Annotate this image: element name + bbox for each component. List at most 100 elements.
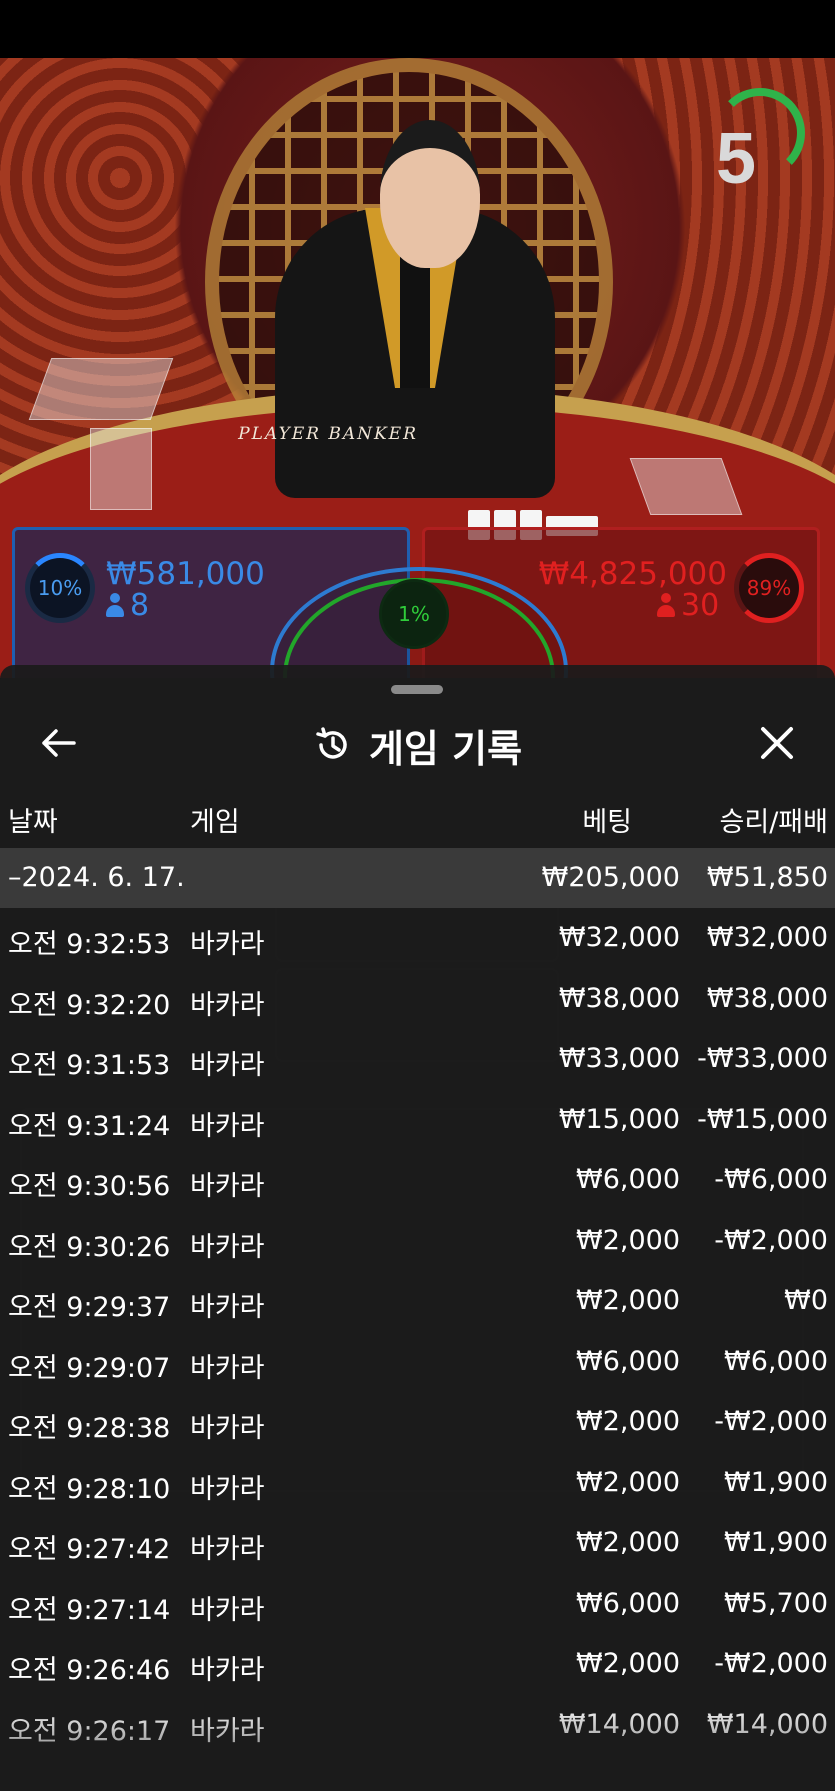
game-history-sheet: 게임 기록 날짜 게임 베팅 승리/패배 –2024. 6. 17. ₩205,… [0,665,835,1791]
row-time: 오전 9:30:26 [8,1231,171,1263]
history-row[interactable]: 오전 9:30:56 바카라 ₩6,000 -₩6,000 [0,1150,835,1211]
history-row[interactable]: 오전 9:27:14 바카라 ₩6,000 ₩5,700 [0,1574,835,1635]
discard-tray [90,428,152,510]
column-date: 날짜 [8,807,58,838]
row-game: 바카라 [190,989,265,1021]
row-winloss: -₩33,000 [697,1043,828,1074]
arrow-left-icon[interactable] [38,723,78,763]
history-row[interactable]: 오전 9:32:53 바카라 ₩32,000 ₩32,000 [0,908,835,969]
row-winloss: ₩1,900 [724,1466,828,1498]
dealer-head [380,120,480,268]
row-time: 오전 9:29:07 [8,1352,171,1384]
group-date: –2024. 6. 17. [8,862,185,893]
banker-bettor-count-value: 30 [681,588,720,623]
status-bar [0,0,835,58]
row-bet: ₩14,000 [558,1708,680,1740]
history-row[interactable]: 오전 9:28:10 바카라 ₩2,000 ₩1,900 [0,1453,835,1514]
history-row[interactable]: 오전 9:26:46 바카라 ₩2,000 -₩2,000 [0,1634,835,1695]
row-game: 바카라 [190,1655,265,1686]
player-percent-ring: 10% [25,553,95,623]
row-bet: ₩2,000 [576,1406,680,1437]
row-time: 오전 9:28:38 [8,1413,171,1444]
player-bettor-count: 8 [106,588,149,623]
row-winloss: ₩0 [784,1285,828,1316]
player-bettor-count-value: 8 [130,588,150,623]
row-bet: ₩2,000 [576,1285,680,1316]
row-winloss: ₩6,000 [724,1345,828,1377]
row-time: 오전 9:27:42 [8,1534,171,1565]
tie-percent-ring: 1% [379,579,449,649]
group-winloss-total: ₩51,850 [706,862,828,893]
row-time: 오전 9:30:56 [8,1171,171,1202]
banker-percent: 89% [746,576,792,600]
history-row[interactable]: 오전 9:28:38 바카라 ₩2,000 -₩2,000 [0,1392,835,1453]
row-game: 바카라 [190,1594,265,1626]
player-total-bet: ₩581,000 [106,556,265,592]
player-percent: 10% [37,576,83,600]
card-shoe [28,358,174,420]
column-winloss: 승리/패배 [719,807,828,838]
history-row[interactable]: 오전 9:27:42 바카라 ₩2,000 ₩1,900 [0,1513,835,1574]
row-bet: ₩2,000 [576,1466,680,1498]
banker-bettor-count: 30 [657,588,719,623]
history-row[interactable]: 오전 9:29:37 바카라 ₩2,000 ₩0 [0,1271,835,1332]
row-time: 오전 9:31:24 [8,1110,171,1142]
row-time: 오전 9:26:46 [8,1655,171,1686]
history-row[interactable]: 오전 9:29:07 바카라 ₩6,000 ₩6,000 [0,1332,835,1393]
history-icon [316,727,347,759]
row-game: 바카라 [190,1534,265,1565]
row-winloss: -₩6,000 [714,1164,828,1195]
history-row[interactable]: 오전 9:32:20 바카라 ₩38,000 ₩38,000 [0,969,835,1030]
row-time: 오전 9:31:53 [8,1050,171,1081]
sheet-header: 게임 기록 [0,705,835,785]
row-winloss: ₩32,000 [706,922,828,953]
person-icon [657,593,675,617]
row-winloss: -₩15,000 [697,1103,828,1135]
history-row[interactable]: 오전 9:30:26 바카라 ₩2,000 -₩2,000 [0,1211,835,1272]
row-winloss: -₩2,000 [714,1648,828,1679]
table-layout-text: PLAYER BANKER [235,424,420,444]
row-time: 오전 9:32:20 [8,989,171,1021]
row-winloss: -₩2,000 [714,1406,828,1437]
row-bet: ₩38,000 [558,982,680,1014]
row-time: 오전 9:32:53 [8,929,171,960]
history-row[interactable]: 오전 9:31:53 바카라 ₩33,000 -₩33,000 [0,1029,835,1090]
row-time: 오전 9:28:10 [8,1473,171,1505]
row-game: 바카라 [190,1231,265,1263]
date-group-row[interactable]: –2024. 6. 17. ₩205,000 ₩51,850 [0,848,835,908]
sheet-drag-handle[interactable] [391,685,443,694]
close-icon[interactable] [757,723,797,763]
row-bet: ₩2,000 [576,1648,680,1679]
tie-percent: 1% [398,602,430,626]
person-icon [106,593,124,617]
history-table: –2024. 6. 17. ₩205,000 ₩51,850 오전 9:32:5… [0,848,835,1755]
row-game: 바카라 [190,1110,265,1142]
row-game: 바카라 [190,1715,265,1747]
history-row[interactable]: 오전 9:26:17 바카라 ₩14,000 ₩14,000 [0,1695,835,1756]
row-time: 오전 9:27:14 [8,1594,171,1626]
sheet-title-group: 게임 기록 [0,705,835,785]
row-winloss: ₩14,000 [706,1708,828,1740]
row-bet: ₩2,000 [576,1224,680,1256]
row-game: 바카라 [190,1352,265,1384]
row-bet: ₩6,000 [576,1164,680,1195]
column-game: 게임 [190,807,240,838]
history-column-headers: 날짜 게임 베팅 승리/패배 [0,800,835,840]
history-row[interactable]: 오전 9:31:24 바카라 ₩15,000 -₩15,000 [0,1090,835,1151]
row-bet: ₩6,000 [576,1587,680,1619]
row-game: 바카라 [190,929,265,960]
row-game: 바카라 [190,1171,265,1202]
column-bet: 베팅 [582,807,632,838]
row-winloss: ₩1,900 [724,1527,828,1558]
row-winloss: ₩5,700 [724,1587,828,1619]
row-bet: ₩6,000 [576,1345,680,1377]
row-time: 오전 9:29:37 [8,1292,171,1323]
row-game: 바카라 [190,1413,265,1444]
group-bet-total: ₩205,000 [541,862,680,893]
row-winloss: -₩2,000 [714,1224,828,1256]
row-winloss: ₩38,000 [706,982,828,1014]
row-game: 바카라 [190,1292,265,1323]
row-bet: ₩32,000 [558,922,680,953]
row-bet: ₩15,000 [558,1103,680,1135]
row-time: 오전 9:26:17 [8,1715,171,1747]
